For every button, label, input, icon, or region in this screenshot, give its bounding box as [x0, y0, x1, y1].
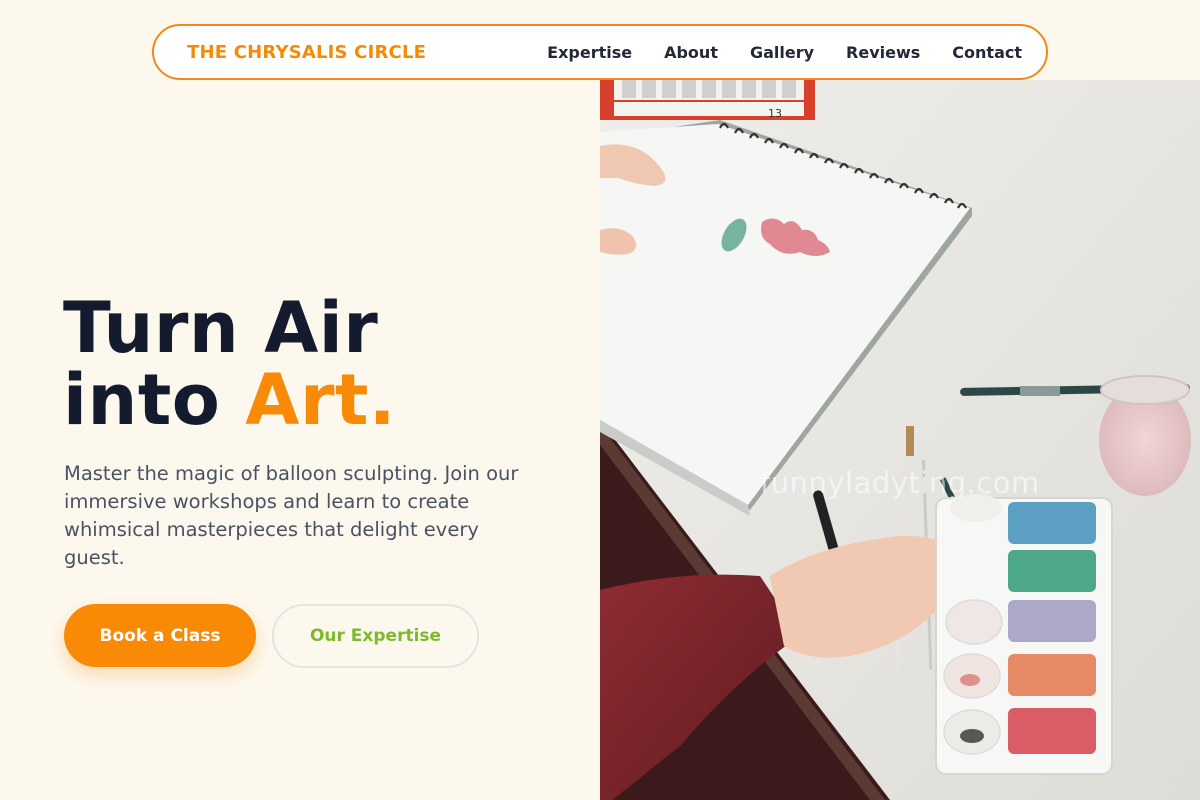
book-class-button[interactable]: Book a Class [64, 604, 256, 667]
brand-logo-link[interactable]: THE CHRYSALIS CIRCLE [187, 42, 426, 63]
nav-link-expertise[interactable]: Expertise [547, 43, 632, 62]
hero-title-line2-plain: into [63, 359, 246, 441]
hero-image: 13 funnyladyting.com [600, 80, 1200, 800]
watercolor-scene-illustration: 13 [600, 80, 1200, 800]
hero-title-accent: Art. [245, 359, 397, 441]
hero-title-line1: Turn Air [63, 287, 379, 369]
hero-title: Turn Air into Art. [63, 292, 396, 436]
nav-link-contact[interactable]: Contact [952, 43, 1022, 62]
navbar: THE CHRYSALIS CIRCLE Expertise About Gal… [152, 24, 1048, 80]
nav-link-gallery[interactable]: Gallery [750, 43, 814, 62]
image-watermark: funnyladyting.com [760, 466, 1040, 500]
paint-box-label: 13 [768, 107, 782, 120]
hero-description: Master the magic of balloon sculpting. J… [64, 462, 519, 569]
nav-link-reviews[interactable]: Reviews [846, 43, 920, 62]
our-expertise-button[interactable]: Our Expertise [272, 604, 479, 668]
nav-links: Expertise About Gallery Reviews Contact [515, 43, 1022, 62]
nav-link-about[interactable]: About [664, 43, 718, 62]
